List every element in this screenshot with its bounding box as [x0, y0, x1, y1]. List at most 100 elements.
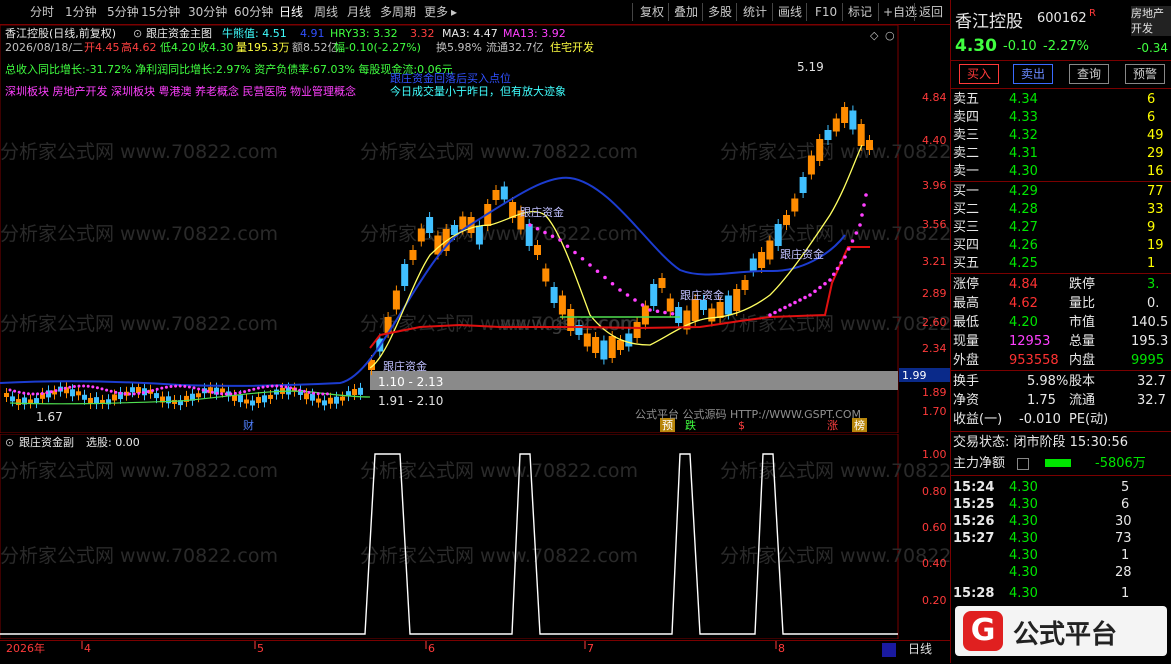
svg-text:1.99: 1.99 [902, 369, 927, 382]
period-daily[interactable]: 日线 [279, 4, 303, 20]
period-weekly[interactable]: 周线 [314, 4, 338, 20]
trail-dot [279, 384, 283, 388]
scroll-end-icon[interactable] [882, 643, 896, 657]
sub-indicator-chart[interactable]: 分析家公式网 www.70822.com 分析家公式网 www.70822.co… [0, 434, 950, 639]
indicator-name[interactable]: 跟庄资金主图 [146, 27, 212, 41]
overlay-button[interactable]: 叠加 [674, 4, 698, 20]
trail-dot [72, 385, 76, 389]
hry33-value: HRY33: 3.32 [330, 27, 398, 40]
trail-dot [105, 388, 109, 392]
sell-button[interactable]: 卖出 [1013, 64, 1053, 84]
toolbar-divider [842, 3, 843, 21]
stat-row: 涨停 4.84 跌停 3. [953, 277, 1160, 292]
svg-text:2.60: 2.60 [922, 316, 947, 329]
trail-dot [864, 193, 868, 197]
trail-dot [123, 392, 127, 396]
trail-dot [210, 390, 214, 394]
chart-close-icon[interactable]: ○ [885, 29, 895, 42]
restore-rights-button[interactable]: 复权 [640, 4, 664, 20]
svg-text:分析家公式网 www.70822.com: 分析家公式网 www.70822.com [360, 223, 638, 245]
period-15min[interactable]: 15分钟 [141, 4, 180, 20]
bar-close: 收4.30 [198, 41, 234, 54]
stat-row: 现量 12953 总量 195.3 [953, 334, 1169, 349]
period-intraday[interactable]: 分时 [30, 4, 54, 20]
mark-button[interactable]: 标记 [848, 4, 872, 20]
trail-dot [543, 230, 547, 235]
chart-menu-icon[interactable]: ◇ [870, 29, 879, 42]
trail-dot [49, 390, 53, 394]
sector-tag[interactable]: 房地产开发 [1131, 6, 1171, 36]
price-box-zone [370, 371, 898, 390]
trail-dot [846, 247, 851, 251]
period-5min[interactable]: 5分钟 [107, 4, 139, 20]
period-60min[interactable]: 60分钟 [234, 4, 273, 20]
volume-note: 今日成交量小于昨日，但有放大迹象 [390, 85, 566, 98]
x-label-month: 4 [84, 642, 91, 655]
alert-button[interactable]: 预警 [1125, 64, 1165, 84]
trail-dot [238, 391, 242, 395]
bar-amount: 额8.52亿 [292, 41, 339, 54]
trail-dot [229, 392, 233, 396]
f10-button[interactable]: F10 [815, 4, 837, 20]
stat-row: 最高 4.62 量比 0. [953, 296, 1160, 311]
stock-code: 600162 [1037, 11, 1087, 26]
svg-text:分析家公式网 www.70822.com: 分析家公式网 www.70822.com [0, 141, 278, 163]
indicator-menu-icon[interactable]: ⊙ [133, 27, 142, 41]
period-1min[interactable]: 1分钟 [65, 4, 97, 20]
period-more[interactable]: 更多 [424, 4, 448, 20]
period-monthly[interactable]: 月线 [347, 4, 371, 20]
gspt-logo: G 公式平台 [955, 606, 1167, 656]
svg-text:3.21: 3.21 [922, 255, 947, 268]
bar-amp: 幅-0.10(-2.27%) [334, 41, 421, 54]
trail-dot [788, 303, 792, 307]
query-button[interactable]: 查询 [1069, 64, 1109, 84]
follow-fund-label: 跟庄资金 [383, 359, 427, 373]
trail-dot [68, 385, 72, 389]
toolbar-divider [702, 3, 703, 21]
multi-stock-button[interactable]: 多股 [708, 4, 732, 20]
follow-fund-label: 跟庄资金 [520, 205, 564, 219]
svg-text:分析家公式网 www.70822.com: 分析家公式网 www.70822.com [0, 545, 278, 567]
sub-menu-icon[interactable]: ⊙ [5, 436, 14, 450]
sub-indicator-name[interactable]: 跟庄资金副 [19, 436, 74, 450]
sector-name: 住宅开发 [550, 41, 594, 54]
trail-dot [187, 385, 191, 389]
trail-dot [298, 388, 302, 392]
ma13-value: MA13: 3.92 [503, 27, 566, 40]
draw-line-button[interactable]: 画线 [778, 4, 802, 20]
rzrq-flag: R [1089, 8, 1096, 19]
bar-open: 开4.45 [84, 41, 120, 54]
trail-dot [550, 234, 555, 239]
trail-dot [783, 305, 787, 310]
ask-row: 卖二 4.31 29 [953, 146, 1164, 161]
period-button[interactable]: 日线 [908, 642, 932, 656]
trail-dot [192, 386, 196, 390]
trail-dot [768, 313, 772, 317]
trail-dot [528, 223, 532, 227]
svg-text:分析家公式网 www.70822.com: 分析家公式网 www.70822.com [720, 460, 950, 482]
period-multi[interactable]: 多周期 [380, 4, 416, 20]
trail-dot [197, 387, 201, 391]
period-30min[interactable]: 30分钟 [188, 4, 227, 20]
buy-button[interactable]: 买入 [959, 64, 999, 84]
trail-dot [798, 298, 802, 302]
back-button[interactable]: 返回 [919, 4, 943, 20]
add-watchlist-button[interactable]: +自选 [883, 4, 917, 20]
float-cap: 流通32.7亿 [486, 41, 544, 54]
bull-bear-value: 牛熊值: 4.51 [222, 27, 287, 40]
stock-title: 香江控股(日线,前复权) [5, 27, 117, 40]
ask-row: 卖五 4.34 6 [953, 92, 1156, 107]
trail-dot [224, 392, 228, 396]
last-price: 4.30 [955, 36, 997, 56]
svg-text:分析家公式网 www.70822.com: 分析家公式网 www.70822.com [720, 223, 950, 245]
trail-dot [580, 256, 585, 261]
svg-text:分析家公式网 www.70822.com: 分析家公式网 www.70822.com [720, 141, 950, 163]
statistics-button[interactable]: 统计 [743, 4, 767, 20]
trail-dot [558, 238, 562, 242]
trail-dot [823, 281, 827, 286]
toolbar-divider [736, 3, 737, 21]
sector-change: -0.34 [1137, 41, 1169, 55]
trail-dot [247, 388, 251, 392]
trail-dot [293, 387, 297, 391]
quote-panel: 香江控股 600162 R 房地产开发 4.30 -0.10 -2.27% -0… [950, 0, 1171, 663]
